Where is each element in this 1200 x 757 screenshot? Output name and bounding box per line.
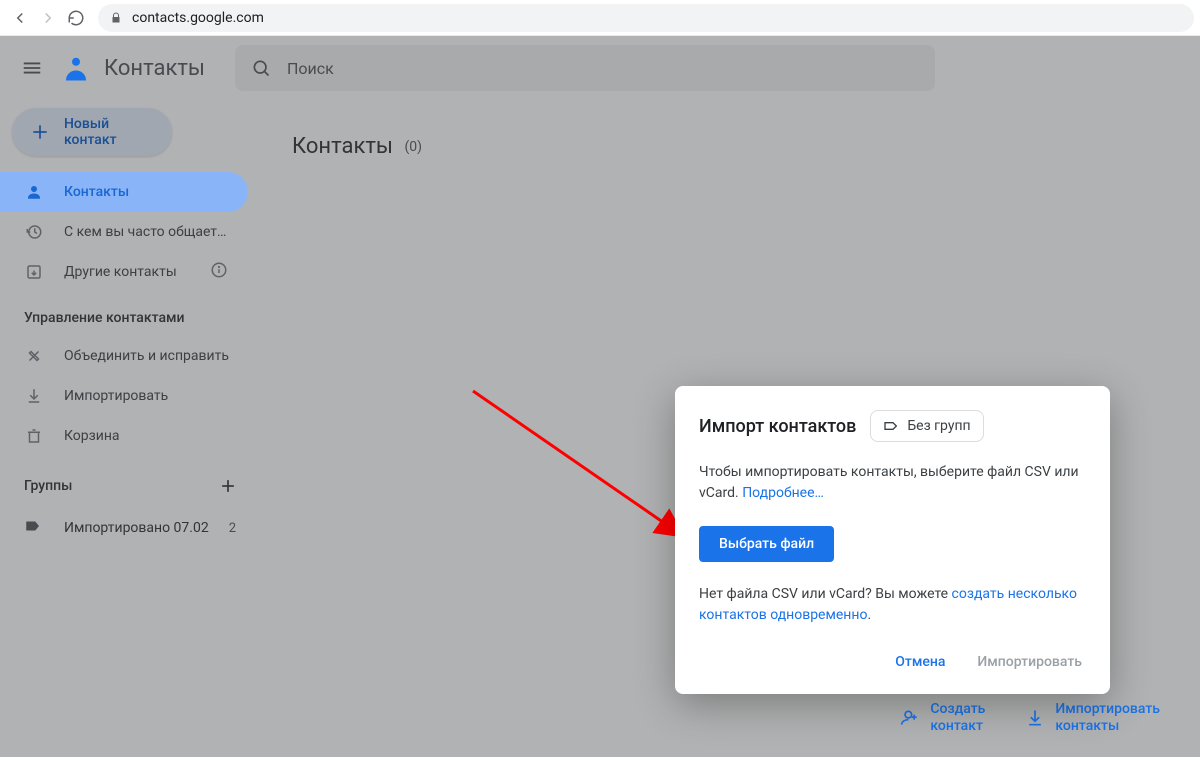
sidebar-item-label: Другие контакты <box>64 264 210 280</box>
import-button[interactable]: Импортировать <box>973 646 1086 678</box>
import-contacts-dialog: Импорт контактов Без групп Чтобы импорти… <box>675 386 1110 694</box>
learn-more-link[interactable]: Подробнее… <box>742 485 824 501</box>
chip-label: Без групп <box>907 418 970 434</box>
label-outline-icon <box>883 418 899 434</box>
dialog-title: Импорт контактов <box>699 416 856 437</box>
person-add-icon <box>900 708 920 728</box>
dialog-actions: Отмена Импортировать <box>699 646 1086 678</box>
tools-icon <box>24 347 44 365</box>
url-text: contacts.google.com <box>132 10 264 26</box>
info-icon[interactable] <box>210 261 228 283</box>
dialog-text-2a: Нет файла CSV или vCard? Вы можете <box>699 586 952 602</box>
sidebar-item-trash[interactable]: Корзина <box>0 416 248 456</box>
import-contacts-action[interactable]: Импортировать контакты <box>1025 701 1160 735</box>
nav-reload-button[interactable] <box>62 4 90 32</box>
sidebar-item-frequent[interactable]: С кем вы часто общает… <box>0 212 248 252</box>
contacts-logo-icon <box>56 48 96 88</box>
empty-state-actions: Создать контакт Импортировать контакты <box>900 701 1160 735</box>
action-label: Импортировать контакты <box>1055 701 1160 735</box>
dialog-text-2b: . <box>867 607 871 623</box>
action-label: Создать контакт <box>930 701 985 735</box>
archive-icon <box>24 263 44 281</box>
dialog-description: Чтобы импортировать контакты, выберите ф… <box>699 462 1086 504</box>
person-icon <box>24 183 44 201</box>
nav-forward-button[interactable] <box>34 4 62 32</box>
sidebar-item-merge-fix[interactable]: Объединить и исправить <box>0 336 248 376</box>
app-root: Контакты Поиск Новый контакт Контакты С … <box>0 36 1200 757</box>
sidebar-item-label: Импортировать <box>64 388 168 404</box>
trash-icon <box>24 427 44 445</box>
import-icon <box>24 387 44 405</box>
sidebar-item-import[interactable]: Импортировать <box>0 376 248 416</box>
sidebar-item-label: Объединить и исправить <box>64 348 229 364</box>
browser-toolbar: contacts.google.com <box>0 0 1200 36</box>
import-icon <box>1025 708 1045 728</box>
create-contact-action[interactable]: Создать контакт <box>900 701 985 735</box>
url-bar[interactable]: contacts.google.com <box>98 4 1194 32</box>
sidebar-item-contacts[interactable]: Контакты <box>0 172 248 212</box>
sidebar-item-label: С кем вы часто общает… <box>64 224 226 240</box>
nav-back-button[interactable] <box>6 4 34 32</box>
lock-icon <box>110 12 122 24</box>
group-chip[interactable]: Без групп <box>870 410 983 442</box>
history-icon <box>24 223 44 241</box>
sidebar-item-other-contacts[interactable]: Другие контакты <box>0 252 248 292</box>
dialog-alt-text: Нет файла CSV или vCard? Вы можете созда… <box>699 584 1086 626</box>
cancel-button[interactable]: Отмена <box>891 646 949 678</box>
sidebar-item-label: Контакты <box>64 184 129 200</box>
dialog-header: Импорт контактов Без групп <box>699 410 1086 442</box>
choose-file-button[interactable]: Выбрать файл <box>699 526 834 562</box>
sidebar-item-label: Корзина <box>64 428 120 444</box>
